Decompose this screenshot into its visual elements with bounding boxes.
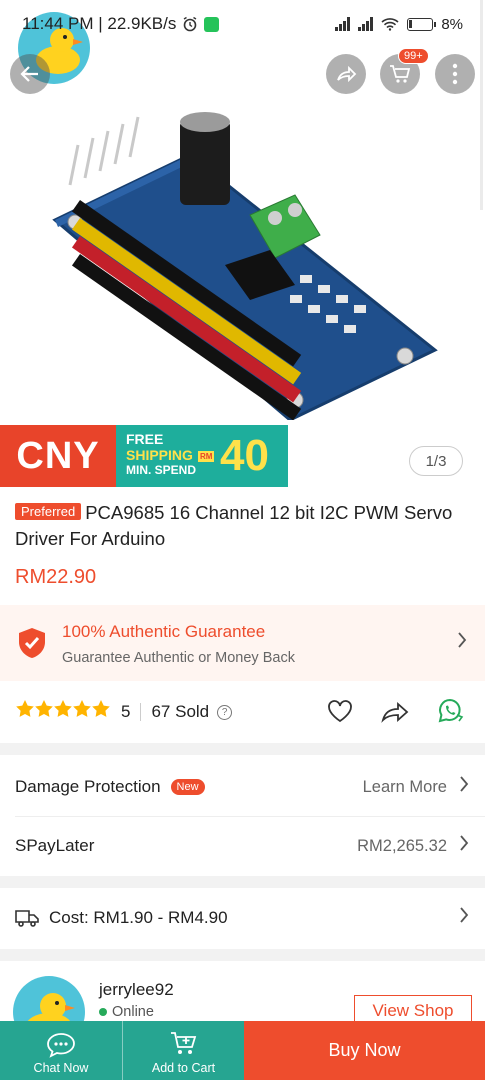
section-gap	[0, 743, 485, 755]
rating-actions	[327, 698, 465, 724]
add-to-cart-label: Add to Cart	[151, 1061, 216, 1075]
status-time-speed: 11:44 PM | 22.9KB/s	[22, 14, 177, 33]
learn-more-link[interactable]: Learn More	[363, 778, 447, 797]
shop-online-status: Online	[99, 1004, 154, 1020]
damage-protection-row[interactable]: Damage Protection New Learn More	[0, 758, 485, 816]
wifi-icon	[381, 18, 399, 31]
guarantee-subtitle: Guarantee Authentic or Money Back	[62, 650, 295, 666]
signal-icon	[335, 17, 351, 31]
signal-2-icon	[358, 17, 374, 31]
heart-icon[interactable]	[327, 699, 353, 723]
truck-icon	[15, 910, 39, 927]
promo-banner[interactable]: CNY FREE SHIPPING MIN. SPEND RM 40	[0, 425, 288, 487]
damage-protection-label: Damage Protection	[15, 777, 161, 796]
whatsapp-notification-icon	[204, 16, 220, 32]
promo-free-shipping: FREE SHIPPING MIN. SPEND RM 40	[116, 425, 288, 487]
chevron-right-icon	[459, 834, 469, 858]
cart-icon	[390, 65, 411, 83]
section-gap	[0, 949, 485, 961]
share-arrow-icon	[337, 65, 357, 83]
whatsapp-share-icon[interactable]	[437, 698, 465, 724]
spaylater-label: SPayLater	[15, 836, 95, 855]
add-to-cart-icon	[170, 1032, 196, 1054]
guarantee-title: 100% Authentic Guarantee	[62, 622, 266, 641]
chat-now-label: Chat Now	[33, 1061, 89, 1075]
shipping-cost: Cost: RM1.90 - RM4.90	[49, 908, 228, 927]
buy-now-button[interactable]: Buy Now	[244, 1021, 485, 1080]
promo-currency: RM	[198, 451, 215, 462]
image-counter: 1/3	[409, 446, 463, 476]
more-vertical-icon	[452, 63, 458, 85]
rating-value: 5	[121, 702, 131, 721]
promo-line2: SHIPPING	[126, 447, 193, 463]
section-gap	[0, 876, 485, 888]
chevron-right-icon	[459, 906, 469, 930]
alarm-icon	[183, 16, 197, 32]
authentic-guarantee-row[interactable]: 100% Authentic Guarantee Guarantee Authe…	[0, 605, 485, 681]
divider	[140, 703, 142, 721]
chat-now-button[interactable]: Chat Now	[0, 1021, 122, 1080]
cart-count-badge: 99+	[398, 48, 429, 64]
promo-line3: MIN. SPEND	[126, 463, 197, 477]
bottom-action-bar: Chat Now Add to Cart Buy Now	[0, 1021, 485, 1080]
share-button[interactable]	[326, 54, 366, 94]
promo-line1: FREE	[126, 431, 164, 447]
preferred-badge: Preferred	[15, 503, 82, 520]
add-to-cart-button[interactable]: Add to Cart	[122, 1021, 244, 1080]
share-icon[interactable]	[381, 699, 409, 723]
spaylater-row[interactable]: SPayLater RM2,265.32	[0, 817, 485, 875]
product-image-gallery[interactable]: 11:44 PM | 22.9KB/s 8% 99+ CNY FREE SHIP…	[0, 0, 485, 488]
help-icon[interactable]: ?	[217, 704, 233, 720]
rating-stars	[15, 699, 111, 725]
promo-amount: 40	[220, 431, 269, 480]
promo-cny-label: CNY	[0, 425, 116, 487]
chat-icon	[47, 1033, 75, 1058]
new-badge: New	[170, 779, 205, 795]
back-button[interactable]	[10, 54, 50, 94]
more-options-button[interactable]	[435, 54, 475, 94]
product-price: RM22.90	[15, 566, 97, 588]
shipping-cost-row[interactable]: Cost: RM1.90 - RM4.90	[0, 889, 485, 947]
status-bar: 11:44 PM | 22.9KB/s 8%	[0, 0, 485, 48]
chevron-right-icon	[457, 631, 467, 655]
shop-name[interactable]: jerrylee92	[99, 980, 174, 1000]
product-title-block: Preferred PCA9685 16 Channel 12 bit I2C P…	[15, 500, 475, 552]
star-icon	[16, 700, 110, 717]
battery-icon	[407, 17, 437, 31]
battery-percent: 8%	[441, 15, 463, 33]
sold-count: 67 Sold	[151, 702, 210, 721]
online-dot-icon	[99, 1008, 107, 1016]
shop-status-text: Online	[112, 1004, 154, 1020]
shop-section: jerrylee92 Online View Shop	[0, 962, 485, 1048]
back-arrow-icon	[20, 66, 38, 82]
chevron-right-icon	[459, 775, 469, 799]
shield-check-icon	[19, 628, 45, 658]
rating-row: 5 67 Sold ?	[0, 682, 485, 742]
product-photo	[40, 100, 460, 422]
spaylater-value: RM2,265.32	[357, 836, 447, 855]
cart-button[interactable]: 99+	[380, 48, 429, 94]
